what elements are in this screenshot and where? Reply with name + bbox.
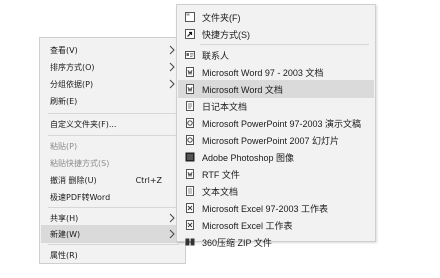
submenu-item-excel-worksheet[interactable]: Microsoft Excel 工作表: [178, 216, 374, 234]
powerpoint-icon: [185, 135, 195, 145]
excel-icon: [185, 220, 195, 230]
submenu-item-label: Microsoft Excel 工作表: [202, 220, 293, 231]
menu-separator: [48, 113, 179, 114]
folder-icon: [185, 12, 195, 22]
text-doc-icon: [185, 186, 195, 196]
submenu-item-excel-97-2003[interactable]: Microsoft Excel 97-2003 工作表: [178, 199, 374, 217]
submenu-item-label: Microsoft Word 文档: [202, 84, 283, 95]
menu-item-label: 属性(R): [50, 250, 78, 260]
submenu-item-journal-document[interactable]: 日记本文档: [178, 97, 374, 115]
menu-item-label: 极速PDF转Word: [50, 192, 111, 202]
submenu-item-label: 文件夹(F): [202, 12, 241, 23]
submenu-item-word-97-2003[interactable]: Microsoft Word 97 - 2003 文档: [178, 63, 374, 81]
submenu-item-label: 快捷方式(S): [202, 29, 250, 40]
submenu-item-label: 360压缩 ZIP 文件: [202, 237, 272, 248]
menu-item-group-by[interactable]: 分组依据(P): [41, 75, 184, 93]
powerpoint-icon: [185, 118, 195, 128]
word-doc-icon: [185, 84, 195, 94]
submenu-item-label: 联系人: [202, 50, 230, 61]
menu-item-label: 撤消 删除(U): [50, 175, 97, 185]
menu-item-refresh[interactable]: 刷新(E): [41, 92, 184, 110]
menu-item-customize-folder[interactable]: 自定义文件夹(F)...: [41, 115, 184, 133]
submenu-item-label: Microsoft Excel 97-2003 工作表: [202, 203, 329, 214]
menu-item-sort-by[interactable]: 排序方式(O): [41, 58, 184, 76]
rtf-icon: [185, 169, 195, 179]
menu-separator: [200, 44, 369, 45]
submenu-item-powerpoint-97-2003[interactable]: Microsoft PowerPoint 97-2003 演示文稿: [178, 114, 374, 132]
submenu-item-360-zip[interactable]: 360压缩 ZIP 文件: [178, 233, 374, 251]
menu-separator: [48, 135, 179, 136]
menu-item-shortcut: Ctrl+Z: [135, 175, 162, 185]
shortcut-icon: [185, 29, 195, 39]
menu-item-label: 查看(V): [50, 45, 78, 55]
submenu-item-folder[interactable]: 文件夹(F): [178, 8, 374, 26]
menu-item-label: 刷新(E): [50, 96, 78, 106]
photoshop-icon: [185, 152, 195, 162]
menu-item-pdf-to-word[interactable]: 极速PDF转Word: [41, 188, 184, 206]
submenu-item-word-document[interactable]: Microsoft Word 文档: [178, 80, 374, 98]
contact-icon: [185, 50, 195, 60]
menu-item-label: 自定义文件夹(F)...: [50, 119, 117, 129]
menu-item-label: 粘贴(P): [50, 141, 78, 151]
menu-item-label: 新建(W): [50, 229, 81, 239]
menu-item-undo-delete[interactable]: 撤消 删除(U) Ctrl+Z: [41, 171, 184, 189]
desktop-context-menu: 查看(V) 排序方式(O) 分组依据(P) 刷新(E) 自定义文件夹(F)...…: [39, 37, 186, 264]
submenu-item-label: 文本文档: [202, 186, 239, 197]
submenu-item-label: RTF 文件: [202, 169, 240, 180]
menu-separator: [48, 244, 179, 245]
menu-item-paste-shortcut[interactable]: 粘贴快捷方式(S): [41, 154, 184, 172]
menu-separator: [48, 207, 179, 208]
zip-archive-icon: [185, 237, 195, 247]
word-doc-icon: [185, 67, 195, 77]
submenu-item-label: Microsoft PowerPoint 2007 幻灯片: [202, 135, 340, 146]
new-submenu: 文件夹(F) 快捷方式(S) 联系人 Microsoft Word 97 - 2…: [176, 4, 376, 248]
submenu-item-powerpoint-2007[interactable]: Microsoft PowerPoint 2007 幻灯片: [178, 131, 374, 149]
submenu-item-label: Adobe Photoshop 图像: [202, 152, 295, 163]
menu-item-label: 共享(H): [50, 213, 79, 223]
menu-item-new[interactable]: 新建(W): [41, 225, 184, 243]
submenu-item-label: Microsoft PowerPoint 97-2003 演示文稿: [202, 118, 362, 129]
submenu-item-label: 日记本文档: [202, 101, 248, 112]
submenu-item-text-document[interactable]: 文本文档: [178, 182, 374, 200]
excel-icon: [185, 203, 195, 213]
menu-item-view[interactable]: 查看(V): [41, 41, 184, 59]
menu-item-label: 排序方式(O): [50, 62, 95, 72]
submenu-item-rtf-file[interactable]: RTF 文件: [178, 165, 374, 183]
menu-item-properties[interactable]: 属性(R): [41, 246, 184, 264]
submenu-item-photoshop-image[interactable]: Adobe Photoshop 图像: [178, 148, 374, 166]
submenu-item-shortcut[interactable]: 快捷方式(S): [178, 25, 374, 43]
menu-item-label: 粘贴快捷方式(S): [50, 158, 110, 168]
menu-item-paste[interactable]: 粘贴(P): [41, 137, 184, 155]
submenu-item-contact[interactable]: 联系人: [178, 46, 374, 64]
journal-icon: [185, 101, 195, 111]
menu-item-label: 分组依据(P): [50, 79, 94, 89]
submenu-item-label: Microsoft Word 97 - 2003 文档: [202, 67, 324, 78]
